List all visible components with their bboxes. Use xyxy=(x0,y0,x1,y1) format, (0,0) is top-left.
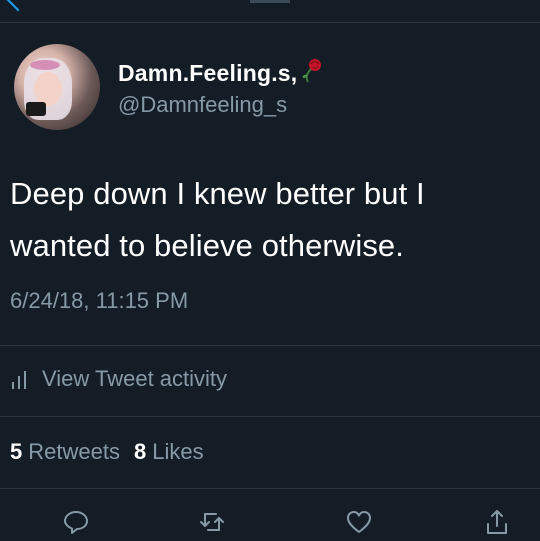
retweets-count[interactable]: 5 xyxy=(10,439,22,465)
back-chevron-icon[interactable] xyxy=(6,0,30,12)
avatar-phone xyxy=(26,102,46,116)
likes-count[interactable]: 8 xyxy=(134,439,146,465)
avatar-face xyxy=(34,72,62,106)
tweet-timestamp: 6/24/18, 11:15 PM xyxy=(10,288,189,313)
reply-icon[interactable] xyxy=(62,508,90,536)
divider xyxy=(0,488,540,489)
engagement-stats: 5 Retweets 8 Likes xyxy=(10,439,218,465)
tweet-text-line-1: Deep down I knew better but I xyxy=(10,176,425,211)
divider xyxy=(0,416,540,417)
tweet-text: Deep down I knew better but I wanted to … xyxy=(10,168,530,272)
display-name[interactable]: Damn.Feeling.s, xyxy=(118,60,297,87)
bar-chart-icon xyxy=(10,369,30,389)
avatar-bow xyxy=(30,60,60,70)
view-tweet-activity-link[interactable]: View Tweet activity xyxy=(10,366,227,392)
likes-label[interactable]: Likes xyxy=(152,439,203,465)
top-bar xyxy=(0,0,540,23)
retweet-icon[interactable] xyxy=(198,508,226,536)
tweet-text-line-2: wanted to believe otherwise. xyxy=(10,228,404,263)
avatar[interactable] xyxy=(14,44,100,130)
title-strip xyxy=(250,0,290,3)
name-row: Damn.Feeling.s, xyxy=(118,57,325,87)
divider xyxy=(0,345,540,346)
tweet-header: Damn.Feeling.s, @Damnfeeling_s xyxy=(14,44,524,134)
activity-label: View Tweet activity xyxy=(42,366,228,391)
rose-emoji-icon xyxy=(299,57,325,83)
share-icon[interactable] xyxy=(483,508,511,536)
retweets-label[interactable]: Retweets xyxy=(28,439,120,465)
user-handle[interactable]: @Damnfeeling_s xyxy=(118,92,287,118)
heart-icon[interactable] xyxy=(345,508,373,536)
action-bar xyxy=(0,500,540,541)
